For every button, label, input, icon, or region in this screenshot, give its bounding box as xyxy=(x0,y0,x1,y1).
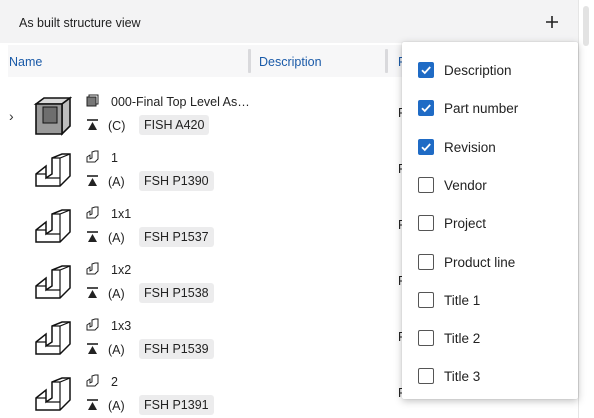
part-number-chip: FSH P1539 xyxy=(139,339,214,359)
column-chooser-menu: Description Part number Revision Vendor Proj… xyxy=(402,42,578,399)
row-name: 1x1 xyxy=(111,207,132,221)
part-number-chip: FSH P1390 xyxy=(139,171,214,191)
revision-marker-icon xyxy=(86,230,99,244)
column-option[interactable]: Product line xyxy=(402,244,578,282)
assembly-cube-icon xyxy=(32,96,73,136)
row-revision: (A) xyxy=(108,399,125,413)
part-l-bracket-icon xyxy=(32,320,72,360)
column-option[interactable]: Title 2 xyxy=(402,320,578,358)
row-name: 000-Final Top Level As… xyxy=(111,95,250,109)
checkbox[interactable] xyxy=(418,253,434,270)
part-number-chip: FSH P1537 xyxy=(139,227,214,247)
column-option-label: Project xyxy=(444,216,487,232)
part-number-chip: FISH A420 xyxy=(139,115,210,135)
column-resize-handle[interactable] xyxy=(385,49,388,73)
column-option-label: Description xyxy=(444,63,512,78)
column-option-label: Part number xyxy=(444,101,519,117)
column-option[interactable]: Project xyxy=(402,205,578,243)
checkbox[interactable] xyxy=(418,176,434,193)
part-type-icon xyxy=(86,150,99,164)
checkbox[interactable] xyxy=(418,138,434,155)
row-revision: (A) xyxy=(108,231,125,245)
plus-icon xyxy=(546,16,558,28)
part-number-chip: FSH P1538 xyxy=(139,283,214,303)
column-header-description[interactable]: Description xyxy=(259,55,322,69)
part-l-bracket-icon xyxy=(32,376,72,416)
column-option[interactable]: Revision xyxy=(402,129,578,167)
column-option[interactable]: Title 3 xyxy=(402,358,578,396)
column-option[interactable]: Vendor xyxy=(402,167,578,205)
part-l-bracket-icon xyxy=(32,152,72,192)
column-option-label: Title 1 xyxy=(444,292,481,308)
revision-marker-icon xyxy=(86,118,99,132)
part-l-bracket-icon xyxy=(32,264,72,304)
vertical-scrollbar[interactable] xyxy=(578,0,594,418)
part-l-bracket-icon xyxy=(32,208,72,248)
column-option-label: Product line xyxy=(444,254,516,270)
row-name: 1x2 xyxy=(111,263,132,277)
column-option-label: Revision xyxy=(444,139,496,155)
scrollbar-thumb[interactable] xyxy=(583,6,589,46)
row-revision: (C) xyxy=(108,119,126,133)
panel-title: As built structure view xyxy=(19,16,141,30)
column-option[interactable]: Title 1 xyxy=(402,282,578,320)
row-revision: (A) xyxy=(108,287,125,301)
row-name: 1x3 xyxy=(111,319,132,333)
part-type-icon xyxy=(86,318,99,332)
chevron-right-icon[interactable]: › xyxy=(9,108,14,124)
part-type-icon xyxy=(86,374,99,388)
column-option[interactable]: Part number xyxy=(402,90,578,128)
add-button[interactable] xyxy=(538,8,566,36)
revision-marker-icon xyxy=(86,398,99,412)
column-option-label: Title 3 xyxy=(444,369,481,385)
revision-marker-icon xyxy=(86,286,99,300)
revision-marker-icon xyxy=(86,174,99,188)
checkbox[interactable] xyxy=(418,215,434,232)
checkbox[interactable] xyxy=(418,330,434,347)
checkbox[interactable] xyxy=(418,368,434,385)
row-revision: (A) xyxy=(108,343,125,357)
part-type-icon xyxy=(86,262,99,276)
row-revision: (A) xyxy=(108,175,125,189)
part-type-icon xyxy=(86,206,99,220)
column-option-label: Vendor xyxy=(444,177,487,193)
column-resize-handle[interactable] xyxy=(248,49,251,73)
column-header-name[interactable]: Name xyxy=(9,55,42,69)
column-option[interactable]: Description xyxy=(402,52,578,90)
panel-header: As built structure view xyxy=(0,0,578,43)
row-name: 1 xyxy=(111,151,118,165)
revision-marker-icon xyxy=(86,342,99,356)
checkbox[interactable] xyxy=(418,291,434,308)
row-name: 2 xyxy=(111,375,118,389)
part-number-chip: FSH P1391 xyxy=(139,395,214,415)
checkbox[interactable] xyxy=(418,100,434,117)
assembly-type-icon xyxy=(86,94,99,108)
column-option-label: Title 2 xyxy=(444,331,481,347)
checkbox[interactable] xyxy=(418,62,434,78)
